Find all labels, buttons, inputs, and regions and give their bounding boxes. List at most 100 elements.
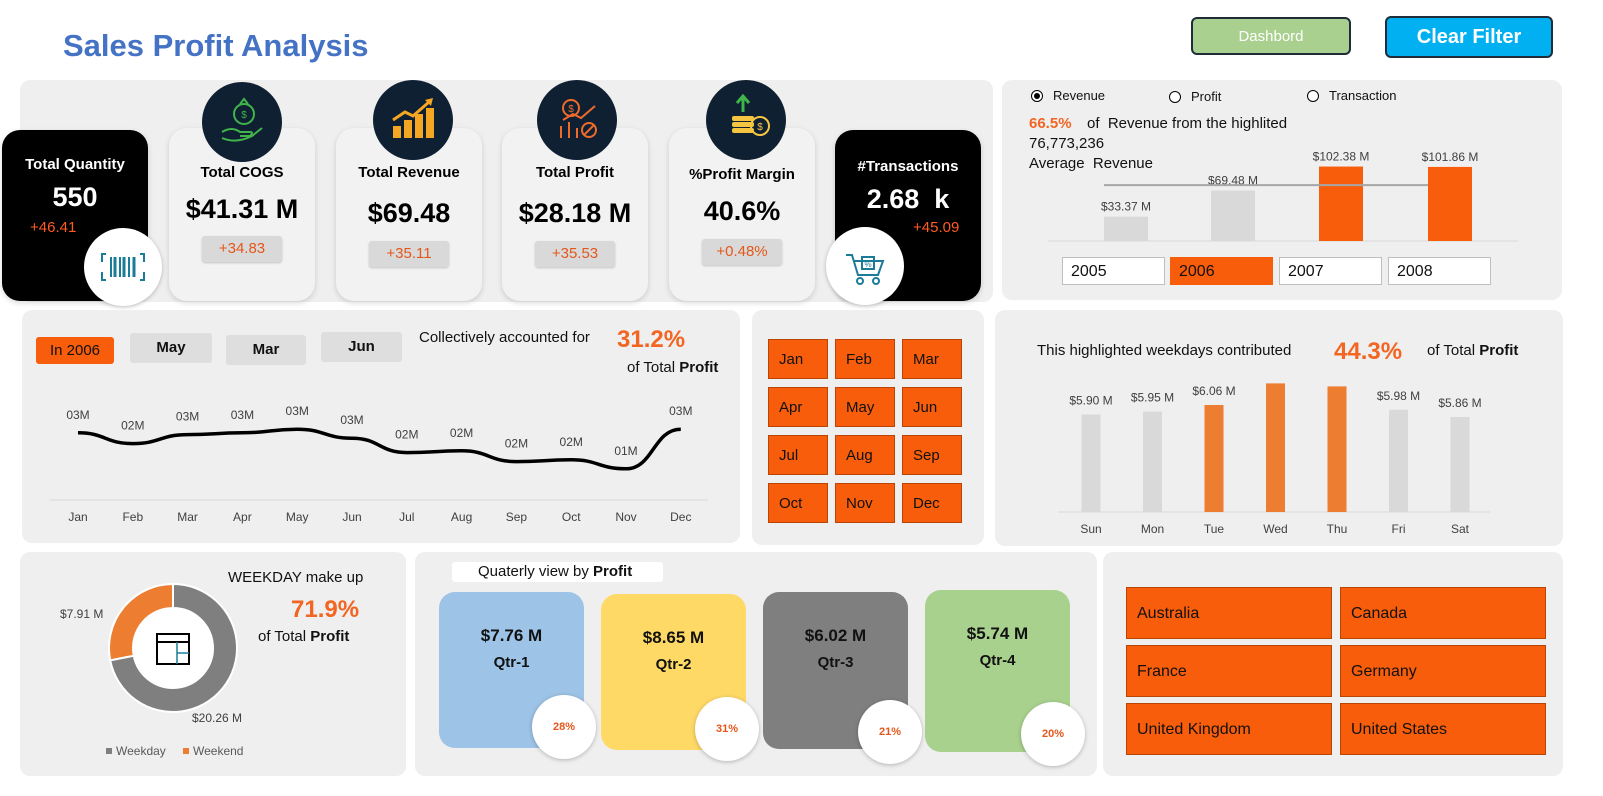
x-tick-label: Sat — [1451, 522, 1470, 536]
monthly-profit-line-chart: 03M Jan 02M Feb 03M Mar 03M Apr 03M May 03M Jun 02M J… — [50, 404, 708, 524]
data-label: 03M — [176, 410, 199, 424]
of-total-text: of Total Profit — [627, 359, 718, 376]
filter-chip-month[interactable]: May — [130, 333, 212, 363]
x-tick-label: Jan — [68, 510, 87, 524]
growth-bars-arrow-icon — [373, 80, 453, 160]
month-tile[interactable]: Jun — [902, 387, 962, 427]
month-tile[interactable]: Aug — [835, 435, 895, 475]
year-slicer-2008[interactable]: 2008 — [1388, 257, 1491, 285]
kpi-label: Total Revenue — [358, 164, 460, 181]
radio-label: Transaction — [1329, 88, 1397, 103]
kpi-value: $41.31 M — [185, 194, 299, 224]
dashboard-button[interactable]: Dashbord — [1191, 17, 1351, 55]
bar — [1143, 411, 1162, 512]
kpi-label: Total COGS — [200, 164, 284, 181]
kpi-delta: +46.41 — [30, 219, 77, 236]
year-slicer-2007[interactable]: 2007 — [1279, 257, 1382, 285]
bar — [1081, 414, 1101, 512]
radio-transaction[interactable]: Transaction — [1307, 88, 1396, 103]
year-slicer-2005[interactable]: 2005 — [1062, 257, 1165, 285]
legend-label: Weekend — [193, 744, 243, 758]
month-tile[interactable]: Jul — [768, 435, 828, 475]
quarter-label: Qtr-4 — [979, 652, 1016, 669]
month-tile[interactable]: Feb — [835, 339, 895, 379]
kpi-label: Total Quantity — [25, 156, 125, 173]
kpi-delta: +35.11 — [369, 241, 449, 267]
x-tick-label: Dec — [670, 510, 691, 524]
weekday-profit-bar-chart: $5.90 MSun$5.95 MMon$6.06 MTue$6.42 MWed… — [1058, 383, 1490, 536]
of-total-label: of Total — [627, 359, 676, 376]
month-tile[interactable]: Dec — [902, 483, 962, 523]
of-total-measure: Profit — [1479, 342, 1519, 359]
quarter-value: $6.02 M — [804, 626, 867, 645]
month-tile[interactable]: Oct — [768, 483, 828, 523]
svg-text:$: $ — [757, 122, 763, 133]
quarter-label: Qtr-3 — [817, 654, 854, 671]
x-tick-label: Oct — [562, 510, 581, 524]
weekday-weekend-donut-chart: $7.91 M $20.26 M Weekday Weekend — [60, 582, 243, 758]
bar — [1450, 417, 1470, 512]
revenue-by-year-chart: $33.37 M$69.48 M$102.38 M $101.86 M — [1048, 150, 1518, 242]
kpi-label: %Profit Margin — [689, 166, 795, 183]
month-tile[interactable]: Apr — [768, 387, 828, 427]
kpi-value: 2.68 k — [866, 184, 950, 214]
data-label: 02M — [395, 428, 418, 442]
revenue-share-pct: 66.5% — [1029, 115, 1072, 132]
quarter-pct-badge: 31% — [695, 697, 759, 761]
x-tick-label: Apr — [233, 510, 252, 524]
legend-swatch — [183, 748, 189, 754]
month-tile[interactable]: Jan — [768, 339, 828, 379]
radio-indicator[interactable] — [1169, 90, 1181, 103]
country-tile[interactable]: France — [1126, 645, 1332, 697]
donut-hole — [134, 609, 212, 687]
country-tile[interactable]: United States — [1340, 703, 1546, 755]
svg-text:$: $ — [568, 104, 574, 115]
barcode-icon — [84, 228, 162, 306]
month-tile[interactable]: Sep — [902, 435, 962, 475]
revenue-share-text: of Revenue from the highlited — [1087, 115, 1288, 132]
filter-chip-year[interactable]: In 2006 — [36, 337, 114, 364]
country-tile[interactable]: Australia — [1126, 587, 1332, 639]
weekday-share-of-total: of Total Profit — [258, 628, 349, 645]
radio-profit[interactable]: Profit — [1169, 89, 1221, 104]
month-tile[interactable]: May — [835, 387, 895, 427]
radio-revenue[interactable]: Revenue — [1031, 88, 1105, 103]
x-tick-label: Tue — [1204, 522, 1225, 536]
radio-indicator[interactable] — [1031, 89, 1043, 102]
legend-label: Weekday — [116, 744, 166, 758]
page-title: Sales Profit Analysis — [63, 28, 369, 63]
quarterly-heading-label: Quaterly view by — [478, 563, 589, 580]
of-total-label: of Total — [1427, 342, 1476, 359]
quarter-value: $5.74 M — [966, 624, 1029, 643]
of-total-measure: Profit — [310, 628, 350, 645]
of-total-label: of Total — [258, 628, 307, 645]
month-tile[interactable]: Nov — [835, 483, 895, 523]
country-tile[interactable]: Germany — [1340, 645, 1546, 697]
country-tile[interactable]: United Kingdom — [1126, 703, 1332, 755]
x-tick-label: Jun — [342, 510, 361, 524]
clear-filter-button[interactable]: Clear Filter — [1385, 16, 1553, 58]
data-label: $33.37 M — [1101, 200, 1151, 214]
filter-chip-month[interactable]: Jun — [321, 332, 402, 362]
weekday-text: This highlighted weekdays contributed — [1037, 342, 1292, 359]
quarter-label: Qtr-1 — [493, 654, 530, 671]
data-label: 03M — [231, 408, 254, 422]
bar — [1428, 166, 1472, 241]
data-label: $5.86 M — [1438, 396, 1481, 410]
x-tick-label: Mon — [1141, 522, 1164, 536]
bar — [1319, 166, 1363, 241]
data-label: 03M — [669, 404, 692, 418]
radio-indicator[interactable] — [1307, 89, 1319, 102]
x-tick-label: Nov — [615, 510, 636, 524]
month-tile[interactable]: Mar — [902, 339, 962, 379]
kpi-delta: +45.09 — [913, 219, 960, 236]
data-label: 02M — [121, 419, 144, 433]
quarterly-heading-measure: Profit — [593, 563, 633, 580]
filter-chip-month[interactable]: Mar — [226, 335, 306, 365]
kpi-value: $28.18 M — [518, 198, 632, 228]
year-slicer-2006[interactable]: 2006 — [1170, 257, 1273, 285]
data-label: 02M — [560, 435, 583, 449]
shopping-cart-icon: % — [826, 227, 904, 305]
collective-text: Collectively accounted for — [419, 329, 590, 346]
country-tile[interactable]: Canada — [1340, 587, 1546, 639]
